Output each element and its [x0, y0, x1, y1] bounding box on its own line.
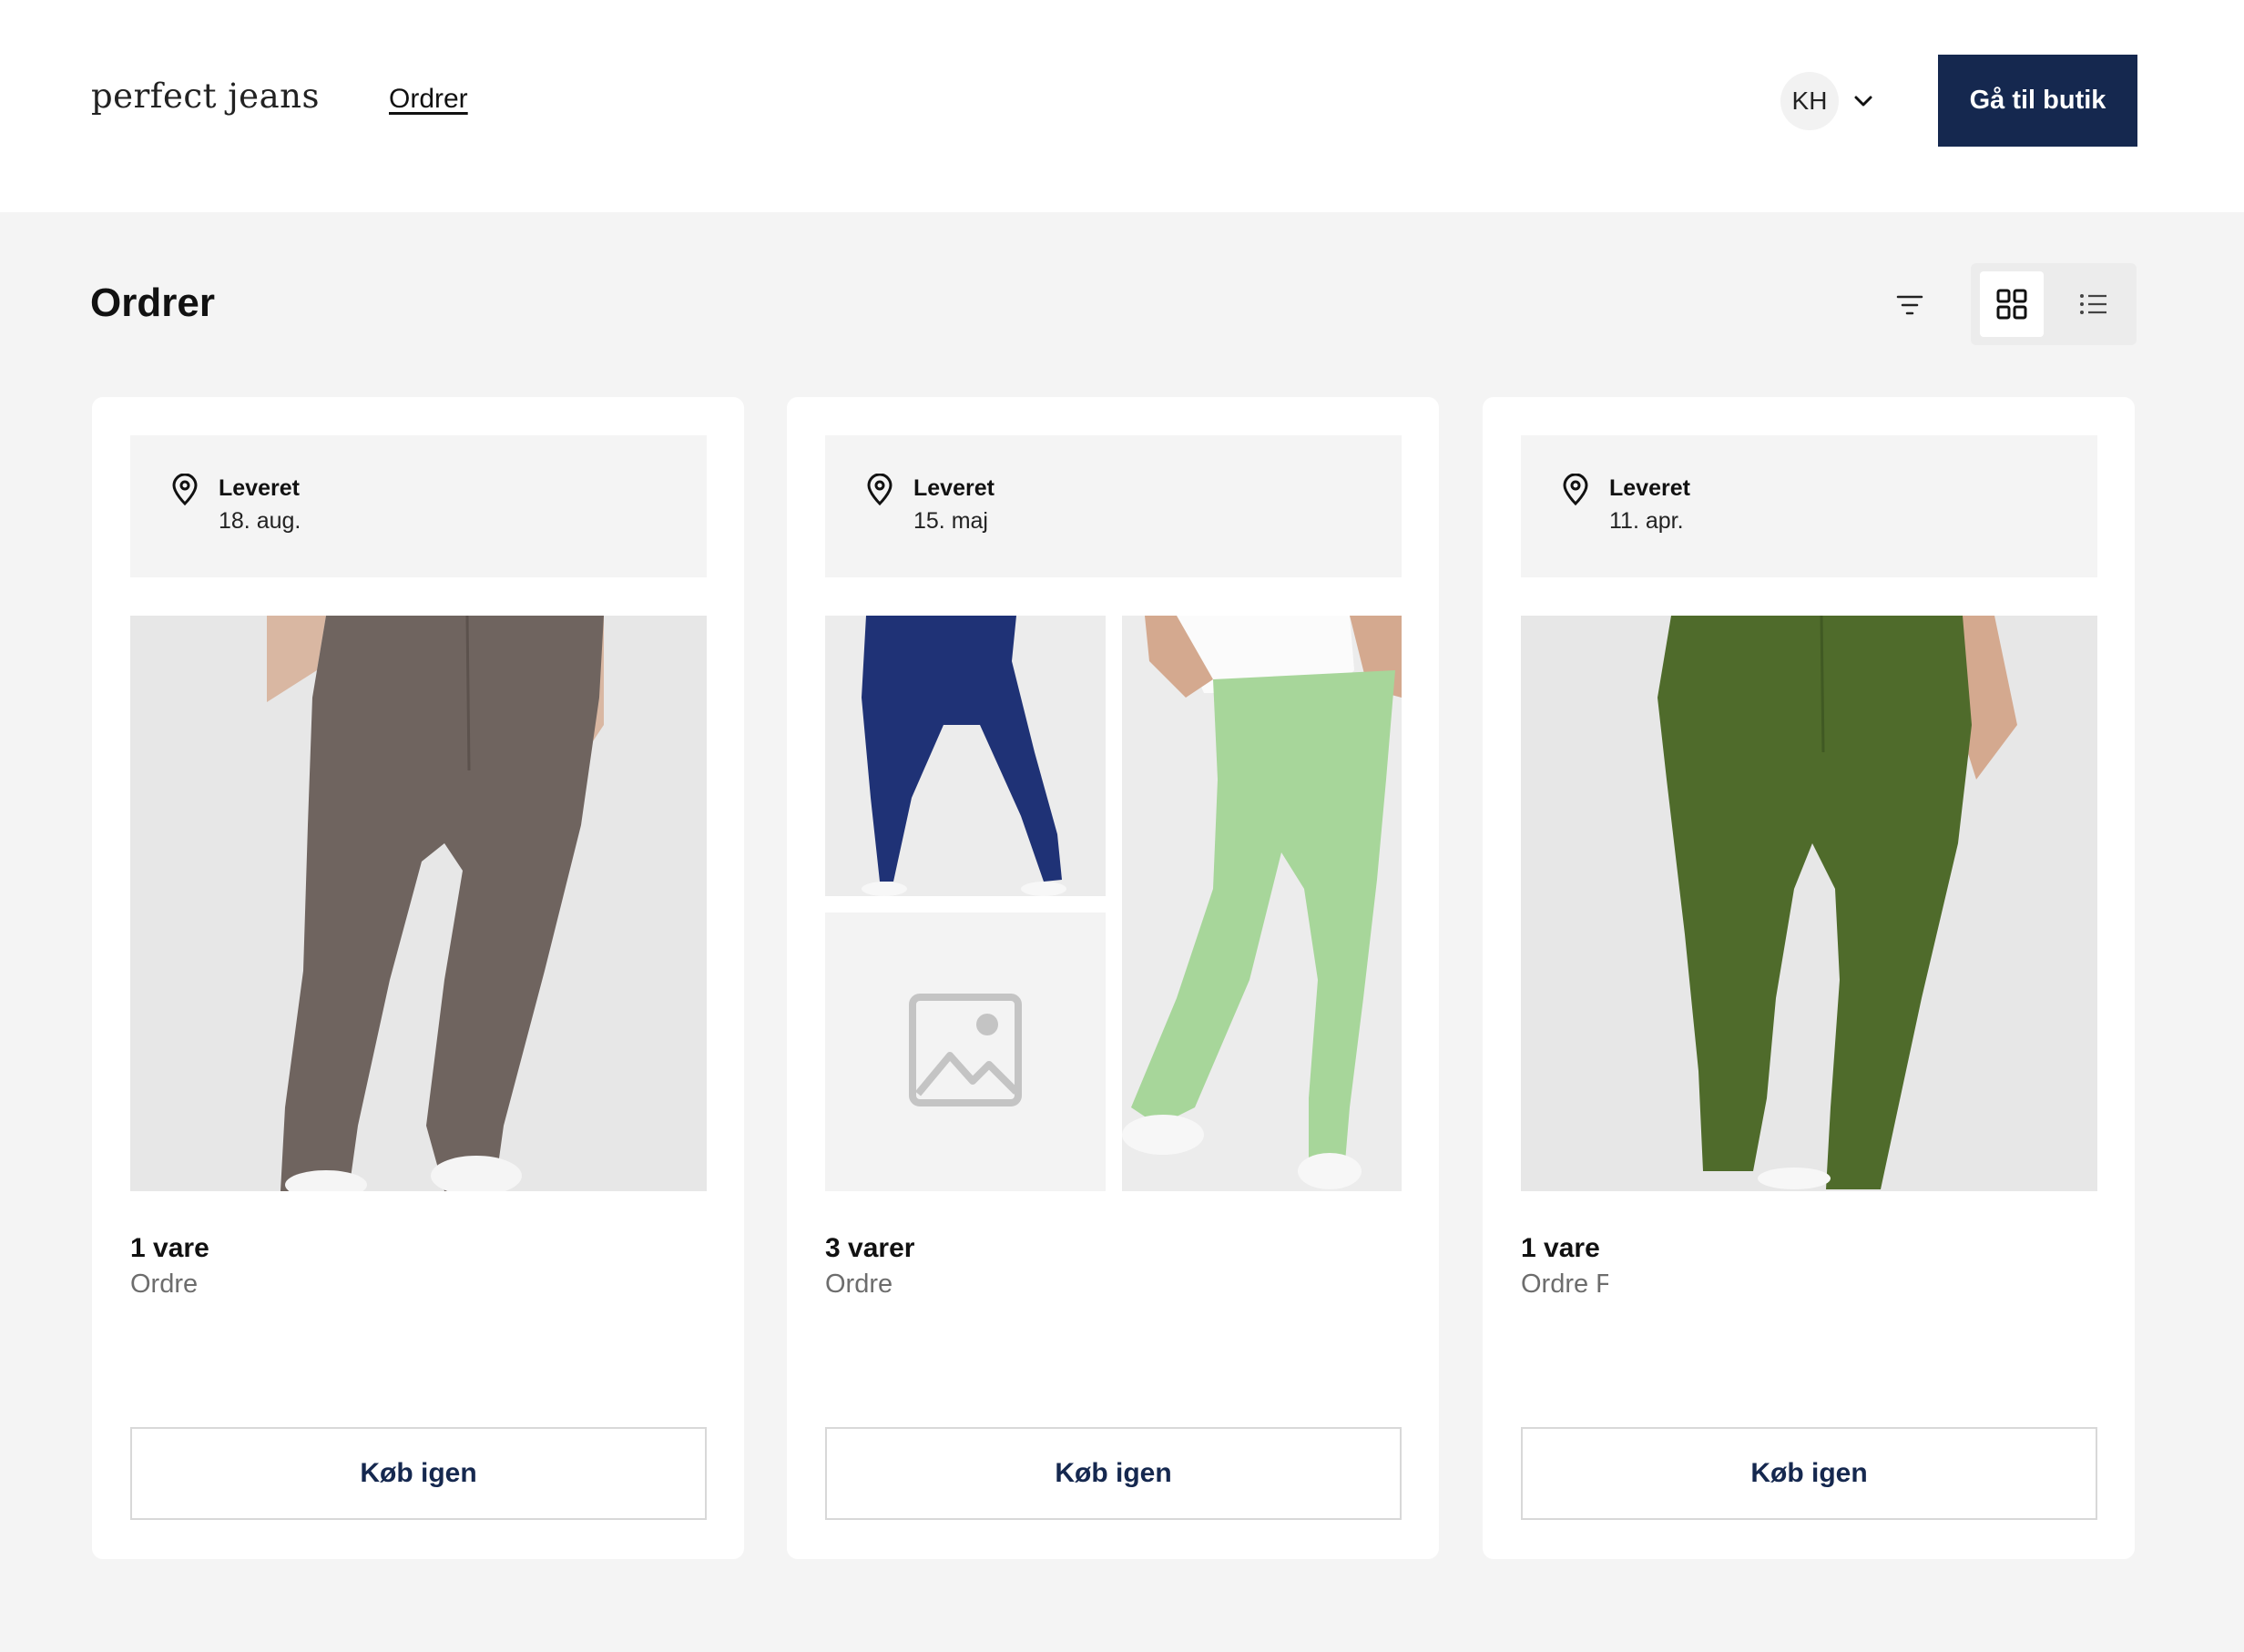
grid-view-icon[interactable]	[1980, 271, 2044, 337]
buy-again-button[interactable]: Køb igen	[1521, 1427, 2097, 1520]
buy-again-button[interactable]: Køb igen	[825, 1427, 1402, 1520]
delivery-status: Leveret 15. maj	[825, 435, 1402, 577]
order-images	[1521, 616, 2097, 1191]
item-count: 1 vare	[130, 1233, 209, 1263]
go-to-store-button[interactable]: Gå til butik	[1938, 55, 2137, 147]
image-placeholder	[825, 913, 1106, 1191]
delivery-status: Leveret 18. aug.	[130, 435, 707, 577]
status-label: Leveret	[219, 475, 300, 501]
status-label: Leveret	[1609, 475, 1690, 501]
delivery-status: Leveret 11. apr.	[1521, 435, 2097, 577]
status-date: 11. apr.	[1609, 508, 1684, 534]
brand-logo[interactable]: perfect jeans	[91, 76, 320, 116]
status-date: 18. aug.	[219, 508, 301, 534]
order-number: Ordre	[130, 1270, 199, 1299]
item-count: 3 varer	[825, 1233, 915, 1263]
nav-link-orders[interactable]: Ordrer	[389, 84, 468, 115]
order-card[interactable]: Leveret 18. aug. 1 vare Ordre Køb igen	[92, 397, 744, 1559]
list-view-icon[interactable]	[2062, 271, 2126, 337]
account-menu[interactable]: KH	[1780, 72, 1879, 130]
status-label: Leveret	[913, 475, 994, 501]
chevron-down-icon[interactable]	[1851, 89, 1875, 113]
view-toggle	[1971, 263, 2137, 345]
order-card[interactable]: Leveret 15. maj 3 varer Ordre Køb igen	[787, 397, 1439, 1559]
product-image[interactable]	[1521, 616, 2097, 1191]
map-pin-icon	[170, 473, 199, 506]
status-date: 15. maj	[913, 508, 988, 534]
buy-again-button[interactable]: Køb igen	[130, 1427, 707, 1520]
filter-icon[interactable]	[1892, 288, 1927, 322]
image-placeholder-icon	[909, 993, 1022, 1111]
product-image[interactable]	[130, 616, 707, 1191]
item-count: 1 vare	[1521, 1233, 1600, 1263]
product-image[interactable]	[825, 616, 1106, 896]
map-pin-icon	[865, 473, 894, 506]
order-images	[825, 616, 1402, 1191]
order-number: Ordre F	[1521, 1270, 1608, 1299]
top-header: perfect jeans Ordrer KH Gå til butik	[0, 0, 2244, 212]
order-number: Ordre	[825, 1270, 893, 1299]
avatar[interactable]: KH	[1780, 72, 1839, 130]
map-pin-icon	[1561, 473, 1590, 506]
page-title: Ordrer	[90, 280, 215, 325]
product-image[interactable]	[1122, 616, 1402, 1191]
order-images	[130, 616, 707, 1191]
order-card[interactable]: Leveret 11. apr. 1 vare Ordre F Køb igen	[1483, 397, 2135, 1559]
